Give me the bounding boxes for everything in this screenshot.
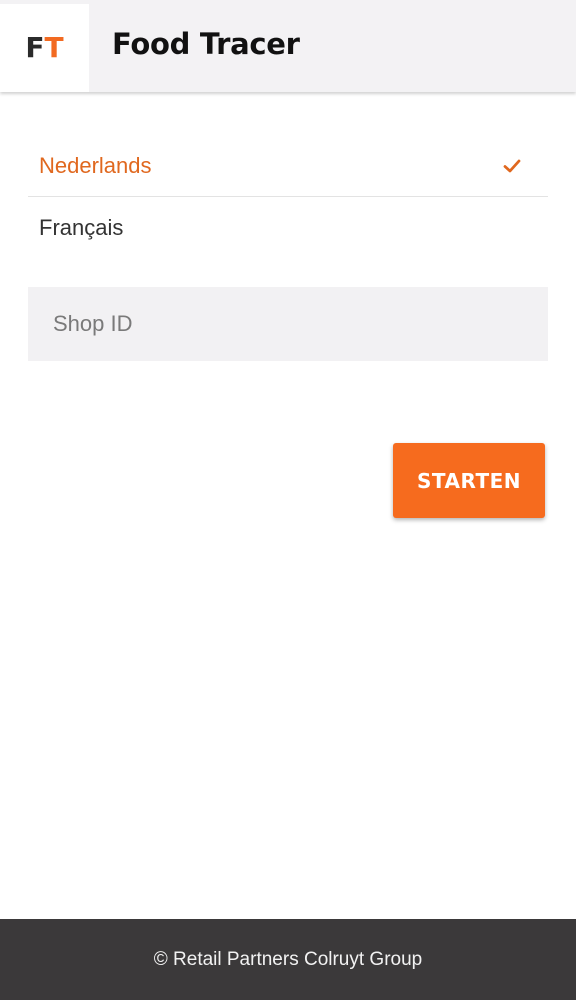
logo-letter-t: T	[44, 31, 64, 64]
language-label: Nederlands	[39, 153, 152, 178]
check-icon	[503, 159, 521, 173]
app-screen: FT Food Tracer Nederlands Français START…	[0, 0, 576, 1000]
app-logo: FT	[0, 4, 89, 92]
language-label: Français	[39, 214, 124, 240]
shop-id-input[interactable]	[28, 287, 548, 361]
app-title: Food Tracer	[112, 27, 300, 61]
footer: © Retail Partners Colruyt Group	[0, 919, 576, 1000]
language-list: Nederlands Français	[28, 136, 548, 258]
app-header: FT Food Tracer	[0, 0, 576, 92]
logo-letter-f: F	[25, 31, 45, 64]
language-option-nederlands[interactable]: Nederlands	[28, 136, 548, 197]
footer-copyright: © Retail Partners Colruyt Group	[153, 948, 423, 970]
start-button[interactable]: STARTEN	[393, 443, 545, 518]
language-option-francais[interactable]: Français	[28, 197, 548, 258]
logo-mark: FT	[25, 34, 63, 62]
